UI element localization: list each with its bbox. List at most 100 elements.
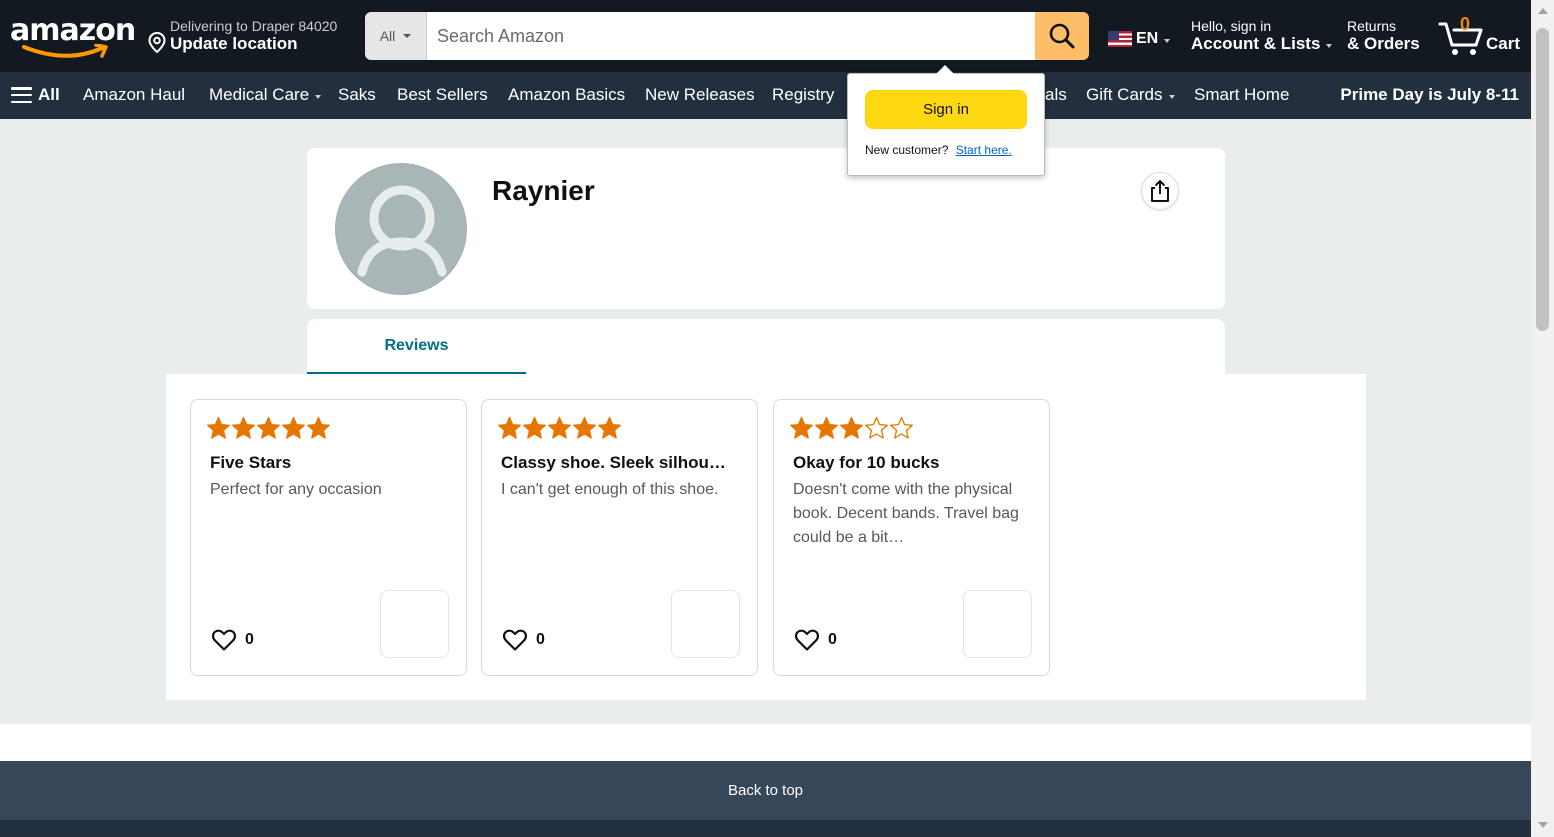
header: amazon Delivering to Draper 84020 Update… — [0, 0, 1531, 72]
search-button[interactable] — [1035, 12, 1089, 60]
nav-item-gift-cards[interactable]: Gift Cards — [1086, 85, 1175, 105]
product-thumbnail[interactable] — [963, 590, 1032, 658]
heart-icon — [503, 629, 527, 651]
heart-icon — [212, 629, 236, 651]
nav-item-label: Amazon Basics — [508, 85, 626, 104]
review-card[interactable]: Okay for 10 bucks Doesn't come with the … — [773, 399, 1050, 676]
deliver-line1: Delivering to Draper 84020 — [170, 18, 338, 34]
like-count: 0 — [828, 631, 837, 648]
star-filled-icon — [548, 416, 571, 439]
like-button[interactable]: 0 — [211, 628, 254, 652]
like-button[interactable]: 0 — [502, 628, 545, 652]
star-filled-icon — [840, 416, 863, 439]
star-filled-icon — [790, 416, 813, 439]
product-thumbnail[interactable] — [671, 590, 740, 658]
signin-button[interactable]: Sign in — [865, 90, 1027, 129]
review-title: Classy shoe. Sleek silhou… — [501, 453, 726, 472]
search-category-label: All — [379, 28, 396, 44]
prime-day-promo[interactable]: Prime Day is July 8-11 — [1340, 85, 1519, 105]
default-avatar-icon — [335, 163, 467, 295]
tab-reviews[interactable]: Reviews — [307, 319, 526, 374]
scrollbar[interactable] — [1531, 0, 1554, 837]
star-filled-icon — [232, 416, 255, 439]
nav-item-label: Medical Care — [209, 85, 310, 104]
new-customer-text: New customer? Start here. — [865, 143, 1012, 157]
star-rating — [206, 416, 331, 440]
scroll-down-icon[interactable] — [1538, 822, 1548, 828]
review-card[interactable]: Five Stars Perfect for any occasion 0 — [190, 399, 467, 676]
nav-item-label: New Releases — [645, 85, 755, 104]
account-line1: Hello, sign in — [1191, 18, 1272, 34]
flyout-arrow — [936, 65, 954, 74]
page-spacer — [0, 724, 1531, 761]
footer — [0, 820, 1531, 837]
nav-item-medical-care[interactable]: Medical Care — [209, 85, 322, 105]
nav-item-label: Amazon Haul — [83, 85, 186, 104]
nav-item-label: Smart Home — [1194, 85, 1290, 104]
star-empty-icon — [890, 416, 913, 439]
star-filled-icon — [815, 416, 838, 439]
star-empty-icon — [865, 416, 888, 439]
profile-name: Raynier — [492, 175, 595, 206]
star-filled-icon — [207, 416, 230, 439]
star-filled-icon — [307, 416, 330, 439]
heart-icon — [795, 629, 819, 651]
chevron-down-icon — [315, 95, 322, 99]
review-card[interactable]: Classy shoe. Sleek silhou… I can't get e… — [481, 399, 758, 676]
orders-line1: Returns — [1347, 18, 1397, 34]
nav-item-label: Saks — [338, 85, 376, 104]
search-input[interactable] — [427, 12, 1035, 60]
language-selector[interactable]: EN — [1108, 30, 1171, 48]
us-flag-icon — [1108, 31, 1132, 47]
logo-smile-icon — [22, 44, 108, 58]
all-menu-label: All — [38, 85, 60, 104]
start-here-link[interactable]: Start here. — [956, 143, 1012, 157]
chevron-down-icon — [1164, 39, 1171, 43]
star-rating — [789, 416, 914, 440]
returns-orders[interactable]: Returns & Orders — [1347, 18, 1420, 54]
profile-card: Raynier — [307, 148, 1225, 309]
nav-item-saks[interactable]: Saks — [338, 85, 376, 105]
product-thumbnail[interactable] — [380, 590, 449, 658]
nav-item-best-sellers[interactable]: Best Sellers — [397, 85, 488, 105]
search-category-dropdown[interactable]: All — [365, 12, 427, 60]
share-icon — [1151, 180, 1169, 202]
nav-item-new-releases[interactable]: New Releases — [645, 85, 755, 105]
review-body: I can't get enough of this shoe. — [501, 481, 719, 498]
like-count: 0 — [536, 631, 545, 648]
nav-item-smart-home[interactable]: Smart Home — [1194, 85, 1289, 105]
nav-item-amazon-basics[interactable]: Amazon Basics — [508, 85, 625, 105]
like-button[interactable]: 0 — [794, 628, 837, 652]
share-button[interactable] — [1141, 172, 1179, 210]
nav-item-label: als — [1045, 85, 1067, 104]
scroll-up-icon[interactable] — [1538, 8, 1548, 14]
search-bar: All — [365, 12, 1089, 60]
nav-item-amazon-haul[interactable]: Amazon Haul — [83, 85, 185, 105]
review-title: Five Stars — [210, 453, 292, 472]
amazon-logo[interactable]: amazon — [10, 13, 136, 60]
star-rating — [497, 416, 622, 440]
nav-item-deals[interactable]: als — [1045, 85, 1067, 105]
search-icon — [1049, 23, 1075, 49]
nav-item-registry[interactable]: Registry — [772, 85, 834, 105]
location-pin-icon — [148, 32, 166, 54]
chevron-down-icon — [403, 34, 412, 38]
star-filled-icon — [257, 416, 280, 439]
signin-flyout: Sign in New customer? Start here. — [847, 65, 1045, 176]
star-filled-icon — [523, 416, 546, 439]
logo-text: amazon — [10, 13, 136, 48]
nav-item-label: Best Sellers — [397, 85, 488, 104]
hamburger-icon — [11, 87, 32, 103]
all-menu-button[interactable]: All — [11, 85, 60, 105]
chevron-down-icon — [1326, 44, 1333, 48]
back-to-top-button[interactable]: Back to top — [0, 761, 1531, 820]
account-lists[interactable]: Hello, sign in Account & Lists — [1191, 18, 1333, 54]
account-line2: Account & Lists — [1191, 34, 1321, 53]
nav-bar: All Amazon Haul Medical Care Saks Best S… — [0, 72, 1531, 119]
language-label: EN — [1136, 30, 1159, 47]
star-filled-icon — [282, 416, 305, 439]
like-count: 0 — [245, 631, 254, 648]
cart-button[interactable]: 0 Cart — [1438, 14, 1524, 58]
star-filled-icon — [598, 416, 621, 439]
scrollbar-thumb[interactable] — [1536, 28, 1549, 331]
